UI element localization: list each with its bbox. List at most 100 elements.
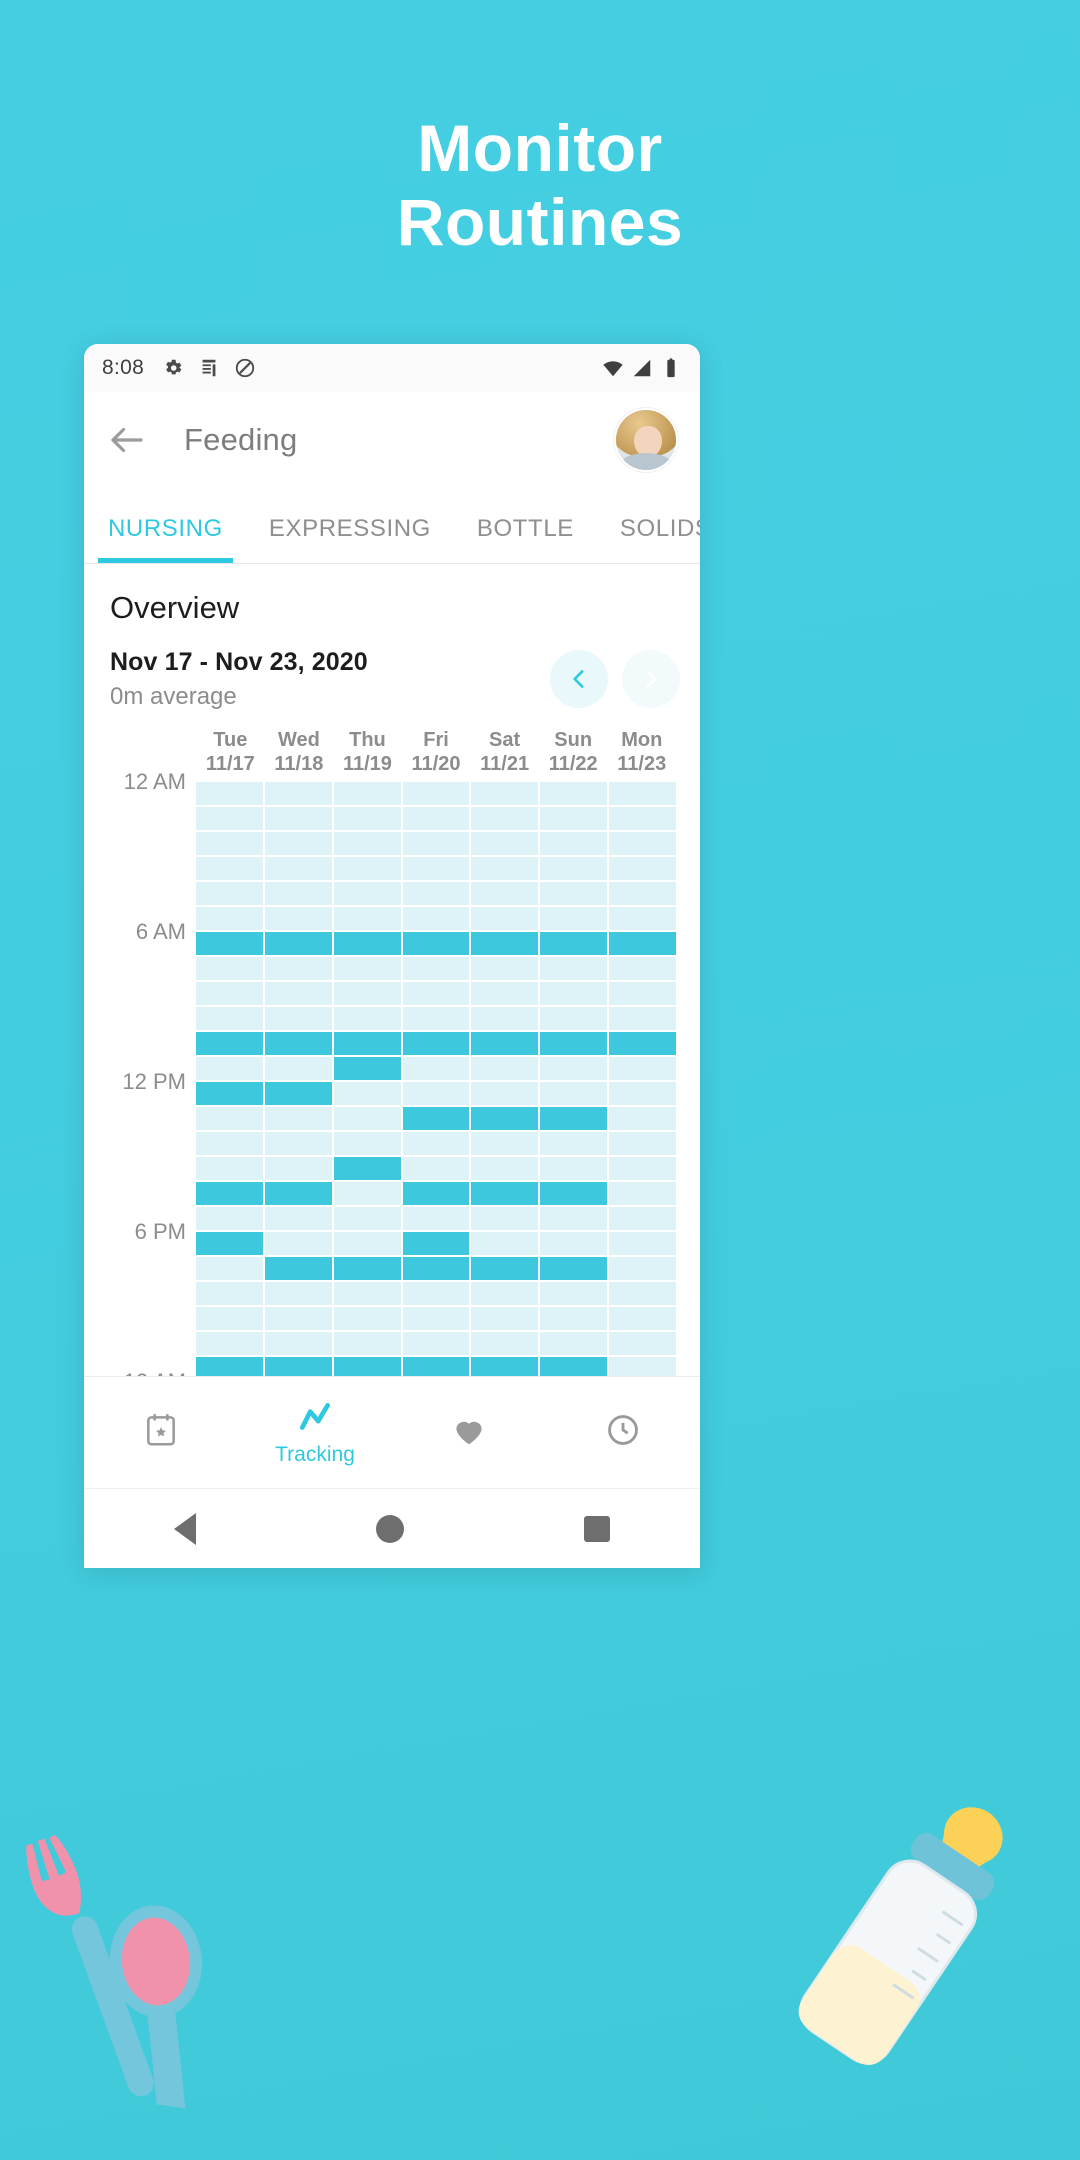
chart-cell-empty	[196, 1132, 263, 1158]
bottom-nav-item-favorites[interactable]	[392, 1411, 546, 1455]
chart-cell-filled	[609, 1032, 677, 1058]
chart-day-date: 11/18	[274, 752, 324, 775]
chart-cell-empty	[264, 907, 332, 933]
chart-cell-filled	[264, 1032, 332, 1058]
chart-cell-empty	[471, 882, 539, 908]
chart-day-header: Fri 11/20	[402, 729, 471, 776]
chart-day-column[interactable]	[264, 782, 334, 1383]
chart-cell-empty	[540, 782, 608, 808]
chart-cell-empty	[540, 1057, 608, 1083]
chart-day-column[interactable]	[196, 782, 265, 1383]
chart-cell-empty	[333, 1182, 401, 1208]
chart-cell-empty	[471, 782, 539, 808]
tab-bar[interactable]: NURSING EXPRESSING BOTTLE SOLIDS S	[84, 488, 700, 564]
trend-line-icon	[296, 1399, 334, 1437]
chart-cell-empty	[609, 832, 677, 858]
bottom-navigation[interactable]: Tracking	[84, 1376, 700, 1488]
chart-day-headers: Tue 11/17 Wed 11/18 Thu 11/19 Fri 11/20 Sat 11/21…	[196, 729, 676, 782]
chart-day-weekday: Sun	[554, 729, 593, 751]
promo-headline-line1: Monitor	[417, 111, 663, 185]
chart-cell-empty	[333, 907, 401, 933]
chart-cell-empty	[540, 1332, 608, 1358]
chart-y-axis: 12 AM6 AM12 PM6 PM12 AM	[84, 729, 196, 1394]
chart-cell-empty	[540, 982, 608, 1008]
date-range-row: Nov 17 - Nov 23, 2020 0m average	[84, 626, 700, 711]
tab-solids[interactable]: SOLIDS	[620, 515, 700, 563]
chart-day-column[interactable]	[402, 782, 472, 1383]
chart-cell-empty	[333, 1232, 401, 1258]
recents-square-icon[interactable]	[584, 1515, 610, 1542]
chart-cell-empty	[402, 782, 470, 808]
chart-day-column[interactable]	[540, 782, 610, 1383]
chart-day-header: Sat 11/21	[470, 729, 539, 776]
chart-y-tick-label: 12 PM	[122, 1069, 186, 1095]
chart-day-header: Thu 11/19	[333, 729, 402, 776]
chart-day-column[interactable]	[471, 782, 541, 1383]
chart-cell-empty	[264, 982, 332, 1008]
back-triangle-icon[interactable]	[174, 1512, 196, 1545]
chart-cell-empty	[540, 882, 608, 908]
chart-cell-empty	[333, 1282, 401, 1308]
chart-day-weekday: Tue	[213, 729, 248, 751]
chart-cell-filled	[402, 1107, 470, 1133]
phone-mockup: 8:08 Feeding NURSING EXPRESSING BOTTLE S…	[84, 344, 700, 1568]
chart-cell-empty	[264, 1057, 332, 1083]
tab-bottle[interactable]: BOTTLE	[477, 515, 574, 563]
app-bar: Feeding	[84, 392, 700, 488]
chart-cell-empty	[333, 832, 401, 858]
android-navigation-bar[interactable]	[84, 1488, 700, 1568]
chart-cell-filled	[540, 932, 608, 958]
chart-cell-empty	[609, 1107, 677, 1133]
chart-cell-empty	[402, 907, 470, 933]
chart-day-weekday: Fri	[423, 729, 449, 751]
chart-cell-empty	[333, 1307, 401, 1333]
chart-cell-empty	[196, 1332, 263, 1358]
chart-cell-empty	[333, 1082, 401, 1108]
chart-cell-empty	[402, 1132, 470, 1158]
chart-cell-empty	[540, 1082, 608, 1108]
chart-cell-empty	[609, 957, 677, 983]
chart-cell-filled	[264, 1182, 332, 1208]
chart-day-date: 11/22	[548, 752, 598, 775]
bottom-nav-label-tracking: Tracking	[275, 1442, 355, 1466]
chart-cell-empty	[264, 957, 332, 983]
chart-cell-empty	[471, 1307, 539, 1333]
chart-day-column[interactable]	[333, 782, 403, 1383]
bottom-nav-item-calendar[interactable]	[84, 1411, 238, 1455]
chart-cell-filled	[264, 932, 332, 958]
chart-cell-filled	[196, 932, 263, 958]
chart-cell-filled	[402, 1257, 470, 1283]
bottom-nav-item-history[interactable]	[546, 1411, 700, 1455]
home-circle-icon[interactable]	[376, 1514, 404, 1543]
chart-cell-empty	[196, 957, 263, 983]
chart-cell-empty	[196, 832, 263, 858]
battery-icon	[660, 357, 682, 379]
tab-expressing[interactable]: EXPRESSING	[269, 515, 431, 563]
chart-day-date: 11/23	[617, 752, 667, 775]
chart-cell-empty	[471, 982, 539, 1008]
wifi-icon	[602, 357, 624, 379]
chart-cell-empty	[540, 832, 608, 858]
prev-week-button[interactable]	[550, 650, 608, 708]
chart-cell-empty	[264, 1132, 332, 1158]
chart-day-weekday: Thu	[349, 729, 386, 751]
chart-cell-empty	[264, 1332, 332, 1358]
chart-day-weekday: Wed	[277, 729, 320, 751]
chart-cell-empty	[471, 1157, 539, 1183]
chart-cell-empty	[609, 982, 677, 1008]
bottom-nav-item-tracking[interactable]: Tracking	[238, 1399, 392, 1467]
chart-cell-filled	[264, 1257, 332, 1283]
back-arrow-icon[interactable]	[106, 419, 148, 461]
chart-cell-empty	[609, 1157, 677, 1183]
chart-cell-filled	[333, 1057, 401, 1083]
chart-cell-empty	[471, 1232, 539, 1258]
chart-cell-empty	[402, 1157, 470, 1183]
chart-cell-empty	[609, 1007, 677, 1033]
avatar[interactable]	[614, 408, 678, 472]
chart-cell-filled	[540, 1032, 608, 1058]
next-week-button[interactable]	[622, 650, 680, 708]
tab-nursing[interactable]: NURSING	[98, 515, 233, 563]
chart-day-column[interactable]	[609, 782, 677, 1383]
chart-grid	[196, 782, 677, 1383]
chart-cell-empty	[540, 857, 608, 883]
